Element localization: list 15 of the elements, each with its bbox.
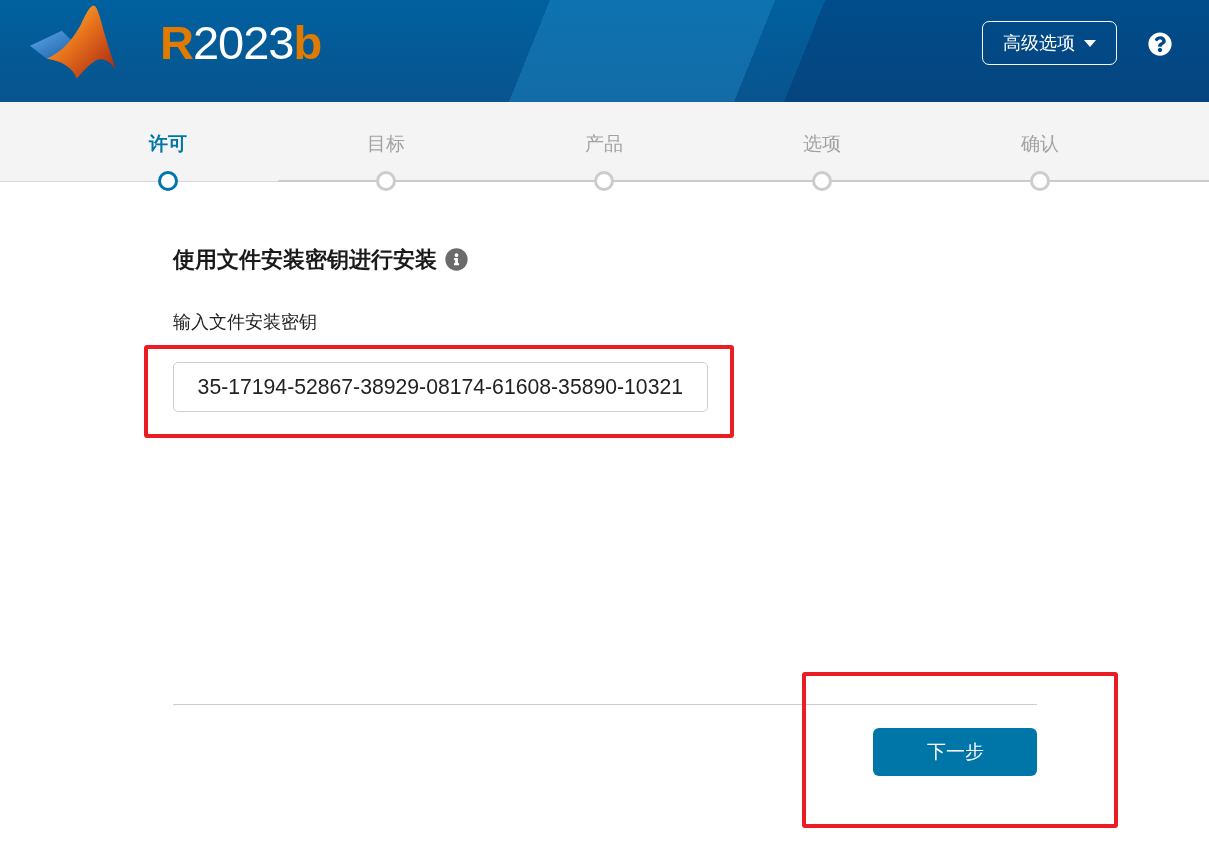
advanced-options-button[interactable]: 高级选项 xyxy=(982,21,1117,65)
key-input-field[interactable]: 35-17194-52867-38929-08174-61608-35890-10321 xyxy=(173,362,708,412)
peak-surface-logo-icon xyxy=(30,4,116,80)
step-label: 许可 xyxy=(149,132,187,156)
section-title: 使用文件安装密钥进行安装 xyxy=(173,246,437,274)
info-icon[interactable] xyxy=(445,248,468,271)
release-logo-text: R2023b xyxy=(160,17,322,69)
step-label: 产品 xyxy=(585,132,623,156)
next-button[interactable]: 下一步 xyxy=(873,728,1037,776)
field-label: 输入文件安装密钥 xyxy=(173,311,317,334)
step-label: 选项 xyxy=(803,132,841,156)
help-icon[interactable] xyxy=(1148,32,1172,56)
step-label: 确认 xyxy=(1021,132,1059,156)
caret-icon xyxy=(1084,39,1096,47)
step-label: 目标 xyxy=(367,132,405,156)
